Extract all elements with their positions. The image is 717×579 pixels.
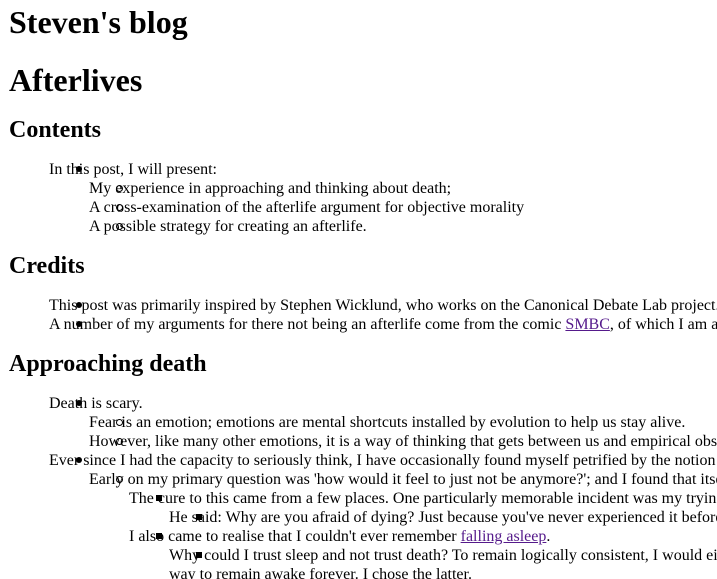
list-item: Early on my primary question was 'how wo… [49,470,717,579]
list-item: This post was primarily inspired by Step… [9,296,717,315]
why-could-text: Why could I trust sleep and not trust de… [169,547,717,564]
death-scary-text: Death is scary. [49,395,143,412]
site-title: Steven's blog [9,4,188,40]
list-item: He said: Why are you afraid of dying? Ju… [129,508,717,527]
contents-heading: Contents [9,117,102,143]
post-title: Afterlives [9,62,143,98]
list-item: A cross-examination of the afterlife arg… [49,198,717,217]
cure-text: The cure to this came from a few places.… [129,490,717,507]
contents-item-2: A cross-examination of the afterlife arg… [89,199,525,216]
realise-sublist: Why could I trust sleep and not trust de… [129,546,717,579]
contents-list: In this post, I will present: My experie… [9,160,717,236]
however-text: However, like many other emotions, it is… [89,433,717,450]
falling-asleep-link[interactable]: falling asleep [461,528,547,545]
death-scary-sublist: Fear is an emotion; emotions are mental … [49,413,717,451]
ever-since-text: Ever since I had the capacity to serious… [49,452,716,469]
list-item: A number of my arguments for there not b… [9,315,717,334]
list-item: Ever since I had the capacity to serious… [9,451,717,579]
contents-item-3: A possible strategy for creating an afte… [89,218,367,235]
early-on-sublist: The cure to this came from a few places.… [89,489,717,579]
contents-intro: In this post, I will present: [49,161,217,178]
credits-item-2-text: A number of my arguments for there not b… [49,316,566,333]
approaching-death-heading: Approaching death [9,351,207,377]
list-item: Death is scary. Fear is an emotion; emot… [9,394,717,451]
contents-item-1: My experience in approaching and thinkin… [89,180,452,197]
fear-text: Fear is an emotion; emotions are mental … [89,414,686,431]
list-item: The cure to this came from a few places.… [89,489,717,527]
approaching-list: Death is scary. Fear is an emotion; emot… [9,394,717,579]
smbc-link[interactable]: SMBC [565,316,609,333]
credits-item-2-tail: , of which I am a [609,316,717,333]
credits-heading: Credits [9,253,85,279]
list-item: I also came to realise that I couldn't e… [89,527,717,579]
why-could-continuation: way to remain awake forever. I chose the… [169,566,472,579]
blog-page: Steven's blog Afterlives Contents In thi… [9,0,717,579]
list-item: A possible strategy for creating an afte… [49,217,717,236]
ever-since-sublist: Early on my primary question was 'how wo… [49,470,717,579]
early-on-text: Early on my primary question was 'how wo… [89,471,717,488]
cure-sublist: He said: Why are you afraid of dying? Ju… [129,508,717,527]
realise-text: I also came to realise that I couldn't e… [129,528,461,545]
realise-tail: . [546,528,551,545]
list-item: Fear is an emotion; emotions are mental … [49,413,717,432]
credits-item-1: This post was primarily inspired by Step… [49,297,717,314]
list-item: My experience in approaching and thinkin… [49,179,717,198]
he-said-text: He said: Why are you afraid of dying? Ju… [169,509,717,526]
list-item: In this post, I will present: My experie… [9,160,717,236]
credits-list: This post was primarily inspired by Step… [9,296,717,334]
contents-sublist: My experience in approaching and thinkin… [49,179,717,236]
list-item: However, like many other emotions, it is… [49,432,717,451]
list-item: Why could I trust sleep and not trust de… [129,546,717,579]
